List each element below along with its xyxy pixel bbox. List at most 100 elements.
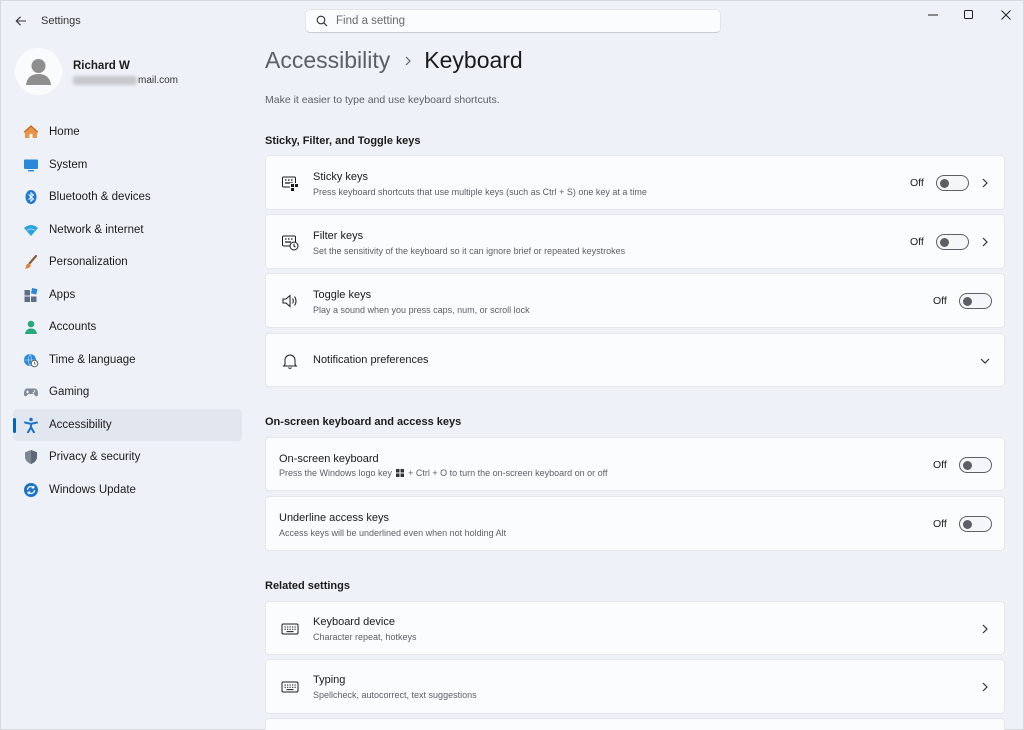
maximize-icon <box>964 10 973 19</box>
sticky-keys-toggle[interactable] <box>936 175 969 191</box>
page-subtitle: Make it easier to type and use keyboard … <box>265 94 500 106</box>
sidebar-item-label: Network & internet <box>49 223 144 236</box>
search-icon <box>316 15 328 27</box>
chevron-right-icon[interactable] <box>979 177 991 189</box>
user-email: mail.com <box>73 75 178 86</box>
toggle-keys-toggle[interactable] <box>959 293 992 309</box>
email-redaction <box>73 76 137 85</box>
breadcrumb: Accessibility Keyboard <box>265 47 523 74</box>
keyboard-device-card[interactable]: Keyboard device Character repeat, hotkey… <box>265 601 1005 655</box>
typing-card[interactable]: Typing Spellcheck, autocorrect, text sug… <box>265 659 1005 714</box>
underline-access-keys-title: Underline access keys <box>279 512 390 524</box>
chevron-right-icon[interactable] <box>979 236 991 248</box>
sidebar-item-bluetooth[interactable]: Bluetooth & devices <box>13 181 242 213</box>
home-icon <box>22 123 40 141</box>
onscreen-keyboard-desc-end: + Ctrl + O to turn the on-screen keyboar… <box>408 468 608 478</box>
update-icon <box>22 481 40 499</box>
sidebar-item-label: Apps <box>49 288 76 301</box>
keyboard-device-title: Keyboard device <box>313 616 395 628</box>
sidebar-item-windows-update[interactable]: Windows Update <box>13 474 242 506</box>
chevron-down-icon[interactable] <box>979 355 991 367</box>
filter-keys-state: Off <box>910 236 924 248</box>
sidebar-item-label: Personalization <box>49 256 128 268</box>
accessibility-icon <box>22 416 40 434</box>
filter-keys-toggle[interactable] <box>936 234 969 250</box>
toggle-keys-state: Off <box>933 295 947 307</box>
gamepad-icon <box>22 383 40 401</box>
sidebar-item-gaming[interactable]: Gaming <box>13 376 242 408</box>
onscreen-keyboard-state: Off <box>933 459 947 471</box>
related-setting-card-partial[interactable] <box>265 718 1005 730</box>
onscreen-keyboard-title: On-screen keyboard <box>279 453 379 465</box>
accounts-icon <box>22 318 40 336</box>
close-icon <box>1001 10 1011 20</box>
sticky-keys-title: Sticky keys <box>313 171 369 183</box>
chevron-right-icon[interactable] <box>979 681 991 693</box>
app-title: Settings <box>41 15 81 27</box>
section-title-sticky-filter-toggle: Sticky, Filter, and Toggle keys <box>265 135 421 147</box>
toggle-keys-desc: Play a sound when you press caps, num, o… <box>313 305 530 315</box>
section-title-onscreen-keyboard: On-screen keyboard and access keys <box>265 416 462 428</box>
filter-keys-desc: Set the sensitivity of the keyboard so i… <box>313 246 626 256</box>
sidebar-item-time-language[interactable]: Time & language <box>13 344 242 376</box>
notification-preferences-card[interactable]: Notification preferences <box>265 333 1005 387</box>
sidebar-item-label: Gaming <box>49 386 90 398</box>
page-title: Keyboard <box>424 47 523 73</box>
sidebar-item-personalization[interactable]: Personalization <box>13 246 242 278</box>
sidebar-item-label: System <box>49 158 88 171</box>
bluetooth-icon <box>22 188 40 206</box>
search-input[interactable] <box>336 15 696 27</box>
keyboard-icon <box>280 619 300 639</box>
user-avatar-icon <box>26 59 51 85</box>
back-button[interactable] <box>11 11 31 31</box>
sticky-keys-card[interactable]: Sticky keys Press keyboard shortcuts tha… <box>265 155 1005 210</box>
sidebar-item-system[interactable]: System <box>13 149 242 181</box>
sticky-keys-icon <box>280 173 300 193</box>
filter-keys-icon <box>280 232 300 252</box>
sidebar-item-label: Privacy & security <box>49 451 141 463</box>
shield-icon <box>22 448 40 466</box>
close-button[interactable] <box>993 7 1019 23</box>
onscreen-keyboard-desc-start: Press the Windows logo key <box>279 468 393 478</box>
keyboard-device-desc: Character repeat, hotkeys <box>313 632 417 642</box>
maximize-button[interactable] <box>956 7 982 23</box>
back-arrow-icon <box>15 16 26 26</box>
minimize-button[interactable] <box>920 7 946 23</box>
sidebar-item-accessibility[interactable]: Accessibility <box>13 408 242 441</box>
underline-access-keys-toggle[interactable] <box>959 516 992 532</box>
globe-clock-icon <box>22 351 40 369</box>
email-suffix: mail.com <box>138 75 179 86</box>
windows-logo-icon <box>396 469 405 477</box>
onscreen-keyboard-toggle[interactable] <box>959 457 992 473</box>
sidebar-item-label: Accessibility <box>49 418 112 431</box>
sidebar-item-network[interactable]: Network & internet <box>13 214 242 246</box>
section-title-related-settings: Related settings <box>265 580 350 592</box>
underline-access-keys-state: Off <box>933 518 947 530</box>
network-icon <box>22 221 40 239</box>
underline-access-keys-desc: Access keys will be underlined even when… <box>279 528 507 538</box>
notification-preferences-title: Notification preferences <box>313 354 429 366</box>
toggle-keys-title: Toggle keys <box>313 289 372 301</box>
sidebar-item-apps[interactable]: Apps <box>13 279 242 311</box>
typing-desc: Spellcheck, autocorrect, text suggestion… <box>313 690 477 700</box>
user-name: Richard W <box>73 60 130 72</box>
typing-title: Typing <box>313 674 346 686</box>
sidebar-item-label: Time & language <box>49 353 136 366</box>
filter-keys-card[interactable]: Filter keys Set the sensitivity of the k… <box>265 214 1005 269</box>
speaker-icon <box>280 291 300 311</box>
sidebar-item-accounts[interactable]: Accounts <box>13 311 242 343</box>
breadcrumb-parent[interactable]: Accessibility <box>265 47 390 74</box>
sticky-keys-state: Off <box>910 177 924 189</box>
system-icon <box>22 156 40 174</box>
keyboard-icon <box>280 677 300 697</box>
filter-keys-title: Filter keys <box>313 230 364 242</box>
sidebar-item-home[interactable]: Home <box>13 116 242 148</box>
search-box[interactable] <box>305 9 721 33</box>
avatar[interactable] <box>15 48 62 95</box>
apps-icon <box>22 286 40 304</box>
sidebar-item-label: Bluetooth & devices <box>49 191 151 203</box>
sticky-keys-desc: Press keyboard shortcuts that use multip… <box>313 187 647 197</box>
sidebar-item-label: Accounts <box>49 321 97 333</box>
chevron-right-icon[interactable] <box>979 623 991 635</box>
sidebar-item-privacy[interactable]: Privacy & security <box>13 441 242 473</box>
